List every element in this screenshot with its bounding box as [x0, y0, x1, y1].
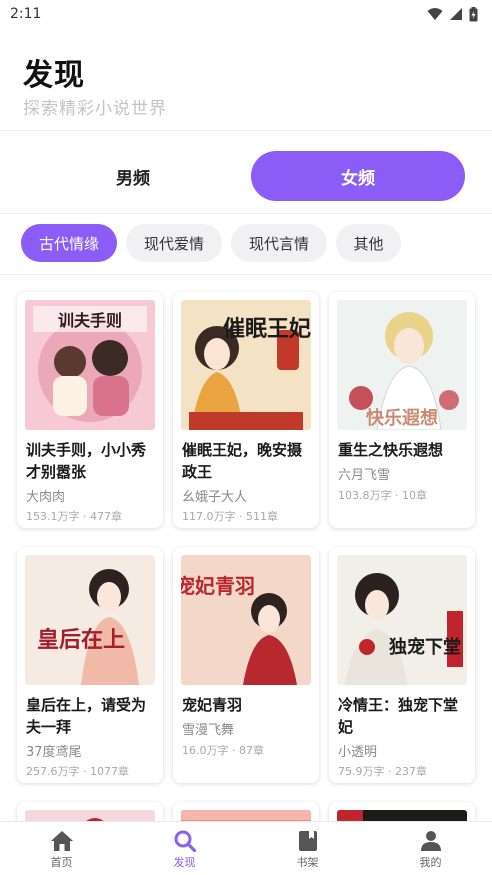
cover-title-text: 宠妃青羽 [181, 574, 255, 598]
book-author: 幺娥子大人 [182, 490, 248, 505]
book-author: 雪漫飞舞 [182, 723, 235, 738]
nav-profile-label: 我的 [419, 856, 442, 869]
book-meta: 16.0万字 · 87章 [182, 744, 264, 757]
book-cover: 催眠王妃 [181, 300, 311, 430]
home-icon [50, 831, 73, 851]
page-subtitle: 探索精彩小说世界 [23, 99, 167, 119]
nav-profile[interactable]: 我的 [369, 822, 492, 875]
book-title: 训夫手则，小小秀 才别嚣张 [26, 441, 147, 481]
chip-modern-love[interactable]: 现代爱情 [126, 224, 222, 262]
book-card[interactable]: 皇后在上 皇后在上，请受为 夫一拜 37度鸢尾 257.6万字 · 1077章 [17, 547, 163, 783]
book-meta: 75.9万字 · 237章 [338, 765, 427, 778]
book-card[interactable] [173, 802, 319, 821]
book-cover: 训夫手则 [25, 300, 155, 430]
cover-title-text: 独宠下堂 [389, 636, 461, 658]
search-icon [174, 830, 196, 852]
nav-bookshelf[interactable]: 书架 [246, 822, 369, 875]
cover-title-text: 训夫手则 [58, 311, 122, 330]
nav-discover-label: 发现 [173, 856, 196, 869]
cover-title-text: 催眠王妃 [223, 316, 311, 342]
status-icons [427, 6, 478, 22]
book-author: 37度鸢尾 [26, 745, 82, 760]
cover-title-text: 皇后在上 [37, 627, 125, 653]
bottom-nav: 首页 发现 书架 我的 [0, 821, 492, 875]
chip-modern-romance[interactable]: 现代言情 [231, 224, 327, 262]
status-time: 2:11 [10, 6, 42, 22]
book-cover [25, 810, 155, 821]
book-cover: 皇后在上 [25, 555, 155, 685]
book-title: 皇后在上，请受为 夫一拜 [26, 696, 147, 736]
book-grid: 训夫手则 训夫手则，小小秀 才别嚣张 大肉肉 153.1万字 · 477章 催眠王… [0, 275, 492, 821]
book-cover: 独宠下堂 [337, 555, 467, 685]
book-author: 大肉肉 [26, 490, 66, 505]
book-author: 六月飞雪 [338, 468, 391, 483]
cover-title-text: 快乐遐想 [366, 407, 438, 429]
book-title: 重生之快乐遐想 [338, 441, 444, 459]
book-card[interactable]: 催眠王妃 催眠王妃，晚安摄 政王 幺娥子大人 117.0万字 · 511章 [173, 292, 319, 528]
book-card[interactable] [329, 802, 475, 821]
book-cover: 宠妃青羽 [181, 555, 311, 685]
chip-ancient-romance[interactable]: 古代情缘 [21, 224, 117, 262]
book-meta: 257.6万字 · 1077章 [26, 765, 129, 778]
book-meta: 153.1万字 · 477章 [26, 510, 122, 523]
nav-discover[interactable]: 发现 [123, 822, 246, 875]
tab-male[interactable]: 男频 [26, 151, 240, 201]
chip-other[interactable]: 其他 [336, 224, 401, 262]
book-card[interactable]: 快乐遐想 重生之快乐遐想 六月飞雪 103.8万字 · 10章 [329, 292, 475, 528]
tab-female[interactable]: 女频 [251, 151, 465, 201]
signal-icon [450, 8, 462, 20]
nav-home[interactable]: 首页 [0, 822, 123, 875]
book-meta: 117.0万字 · 511章 [182, 510, 278, 523]
book-card[interactable] [17, 802, 163, 821]
wifi-icon [427, 8, 443, 20]
nav-bookshelf-label: 书架 [296, 856, 319, 869]
book-title: 冷情王：独宠下堂妃 [338, 696, 459, 736]
status-bar: 2:11 [0, 0, 492, 28]
bookshelf-icon [298, 831, 317, 851]
profile-icon [420, 831, 441, 851]
book-card[interactable]: 独宠下堂 冷情王：独宠下堂妃 小透明 75.9万字 · 237章 [329, 547, 475, 783]
book-cover [181, 810, 311, 821]
book-cover [337, 810, 467, 821]
book-title: 催眠王妃，晚安摄 政王 [182, 441, 303, 481]
gender-toggle: 男频 女频 [0, 131, 492, 213]
category-chips: 古代情缘 现代爱情 现代言情 其他 [0, 214, 492, 274]
book-title: 宠妃青羽 [182, 696, 243, 714]
book-cover: 快乐遐想 [337, 300, 467, 430]
nav-home-label: 首页 [50, 856, 73, 869]
book-author: 小透明 [338, 745, 378, 760]
page-header: 发现 探索精彩小说世界 [0, 28, 492, 130]
battery-icon [469, 6, 478, 21]
book-meta: 103.8万字 · 10章 [338, 489, 427, 502]
page-title: 发现 [23, 58, 85, 93]
book-card[interactable]: 训夫手则 训夫手则，小小秀 才别嚣张 大肉肉 153.1万字 · 477章 [17, 292, 163, 528]
book-card[interactable]: 宠妃青羽 宠妃青羽 雪漫飞舞 16.0万字 · 87章 [173, 547, 319, 783]
